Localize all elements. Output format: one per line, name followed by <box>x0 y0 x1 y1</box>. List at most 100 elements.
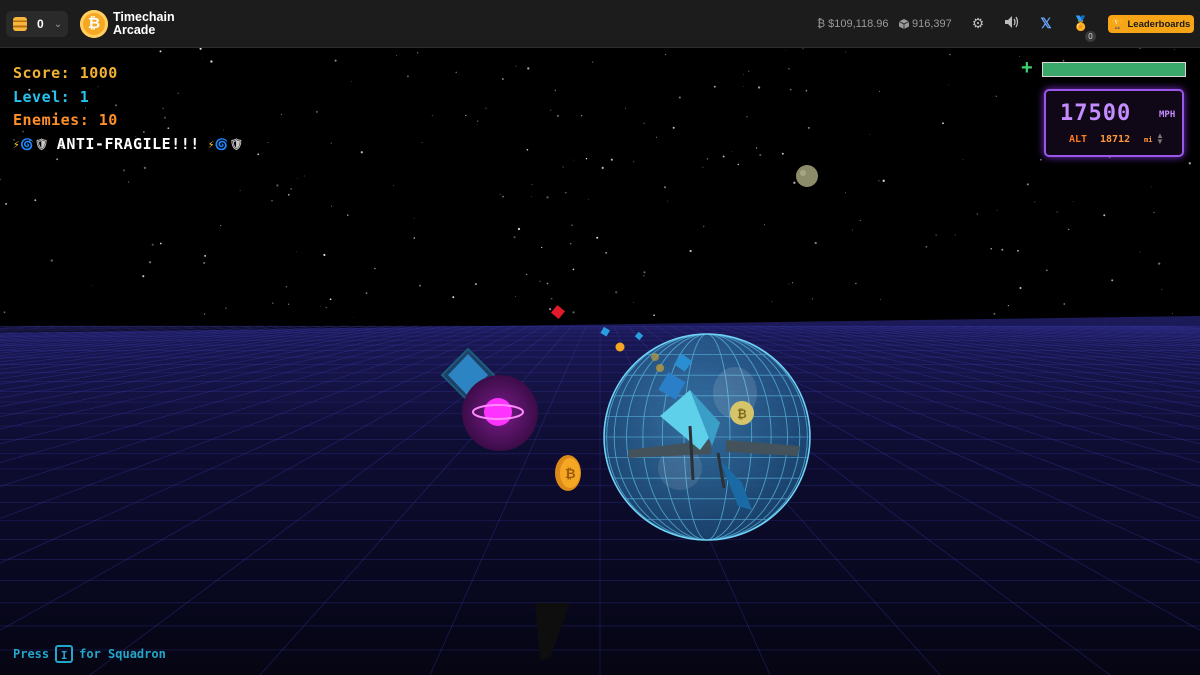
star <box>788 67 790 70</box>
star <box>788 283 790 285</box>
star <box>1007 304 1010 307</box>
star <box>581 115 583 117</box>
medal-icon[interactable]: 🏅 <box>1072 15 1089 32</box>
star <box>942 122 944 125</box>
star <box>452 296 455 299</box>
star <box>280 113 283 116</box>
star <box>476 124 478 125</box>
star <box>771 301 773 302</box>
star <box>295 251 297 253</box>
star <box>34 199 37 202</box>
star <box>844 51 846 53</box>
gear-icon[interactable]: ⚙ <box>970 15 986 32</box>
star <box>633 161 635 163</box>
star <box>1188 162 1191 165</box>
powerup-icons-left: ⚡🌀🛡 <box>13 138 49 151</box>
star <box>763 224 765 226</box>
star <box>664 186 666 189</box>
enemies-label: Enemies: <box>13 111 90 129</box>
leaderboards-label: Leaderboards <box>1127 18 1191 30</box>
bitcoin-coin-small <box>656 364 664 372</box>
star <box>1019 56 1020 57</box>
star <box>347 214 349 216</box>
star <box>859 220 861 222</box>
star <box>143 131 145 133</box>
x-logo-icon[interactable]: 𝕏 <box>1038 15 1054 32</box>
block-height-value: 916,397 <box>912 18 952 30</box>
star <box>315 110 318 113</box>
star <box>351 80 353 82</box>
star <box>285 285 288 288</box>
star <box>396 55 398 56</box>
star <box>643 271 646 274</box>
leaderboards-button[interactable]: 🏆 Leaderboards <box>1108 15 1194 33</box>
star <box>514 296 516 298</box>
star <box>267 142 269 143</box>
star <box>962 158 964 160</box>
star <box>596 236 599 239</box>
star <box>546 196 549 199</box>
star <box>56 158 59 161</box>
star <box>1161 288 1163 290</box>
star <box>1063 303 1065 305</box>
star <box>811 298 813 300</box>
health-bar-fill <box>1043 63 1185 76</box>
star <box>643 122 645 124</box>
star <box>1072 201 1074 202</box>
cube-icon <box>899 19 909 29</box>
star <box>202 57 203 59</box>
star <box>353 317 354 318</box>
star <box>554 89 557 92</box>
star <box>1019 286 1022 290</box>
star <box>360 151 363 154</box>
star <box>805 89 808 92</box>
star <box>297 178 298 179</box>
star <box>807 126 810 129</box>
star <box>549 308 552 311</box>
star <box>513 236 516 239</box>
star <box>541 246 543 249</box>
star <box>625 107 627 109</box>
bitcoin-coin-small <box>615 342 625 352</box>
top-navigation-bar: 0 ⌄ ₿ Timechain Arcade ₿ $109,118.96 916… <box>0 0 1200 48</box>
star <box>572 311 575 314</box>
star <box>92 285 93 287</box>
star <box>672 126 675 129</box>
brand-line-2: Arcade <box>113 23 156 37</box>
star <box>413 217 415 219</box>
star <box>737 163 740 166</box>
star <box>802 48 804 50</box>
coin-balance-value: 0 <box>37 17 44 31</box>
coin-stack-icon <box>13 17 27 31</box>
bitcoin-logo-icon[interactable]: ₿ <box>80 10 108 38</box>
star <box>502 78 504 80</box>
star <box>303 175 305 177</box>
altitude-label: ALT <box>1069 134 1088 145</box>
coin-balance-dropdown[interactable]: 0 ⌄ <box>6 11 68 37</box>
star <box>162 107 164 110</box>
star <box>748 70 750 72</box>
star <box>1026 183 1029 186</box>
star <box>878 180 880 182</box>
star <box>5 202 8 205</box>
star <box>585 157 588 160</box>
speedometer-panel: 17500 MPH ALT 18712 mi ▲ ▼ <box>1044 89 1184 157</box>
speaker-icon[interactable] <box>1004 15 1020 31</box>
star <box>223 129 224 131</box>
brand-name[interactable]: Timechain Arcade <box>113 11 175 37</box>
star <box>417 52 419 54</box>
star <box>159 242 162 245</box>
star <box>605 251 607 254</box>
star <box>142 275 145 278</box>
star <box>855 282 857 285</box>
moon-crater <box>800 170 806 176</box>
star <box>1174 49 1176 50</box>
star <box>525 273 528 276</box>
star <box>550 297 553 300</box>
star <box>791 282 793 284</box>
swirl-icon: 🌀 <box>214 137 230 151</box>
star <box>789 88 792 91</box>
game-viewport[interactable]: ₿ ₿ Score: 1000 Level: 1 Enemies: 10 ⚡🌀🛡… <box>0 48 1200 675</box>
star <box>199 48 202 50</box>
status-banner: ⚡🌀🛡 ANTI-FRAGILE!!! ⚡🌀🛡 <box>13 135 244 153</box>
